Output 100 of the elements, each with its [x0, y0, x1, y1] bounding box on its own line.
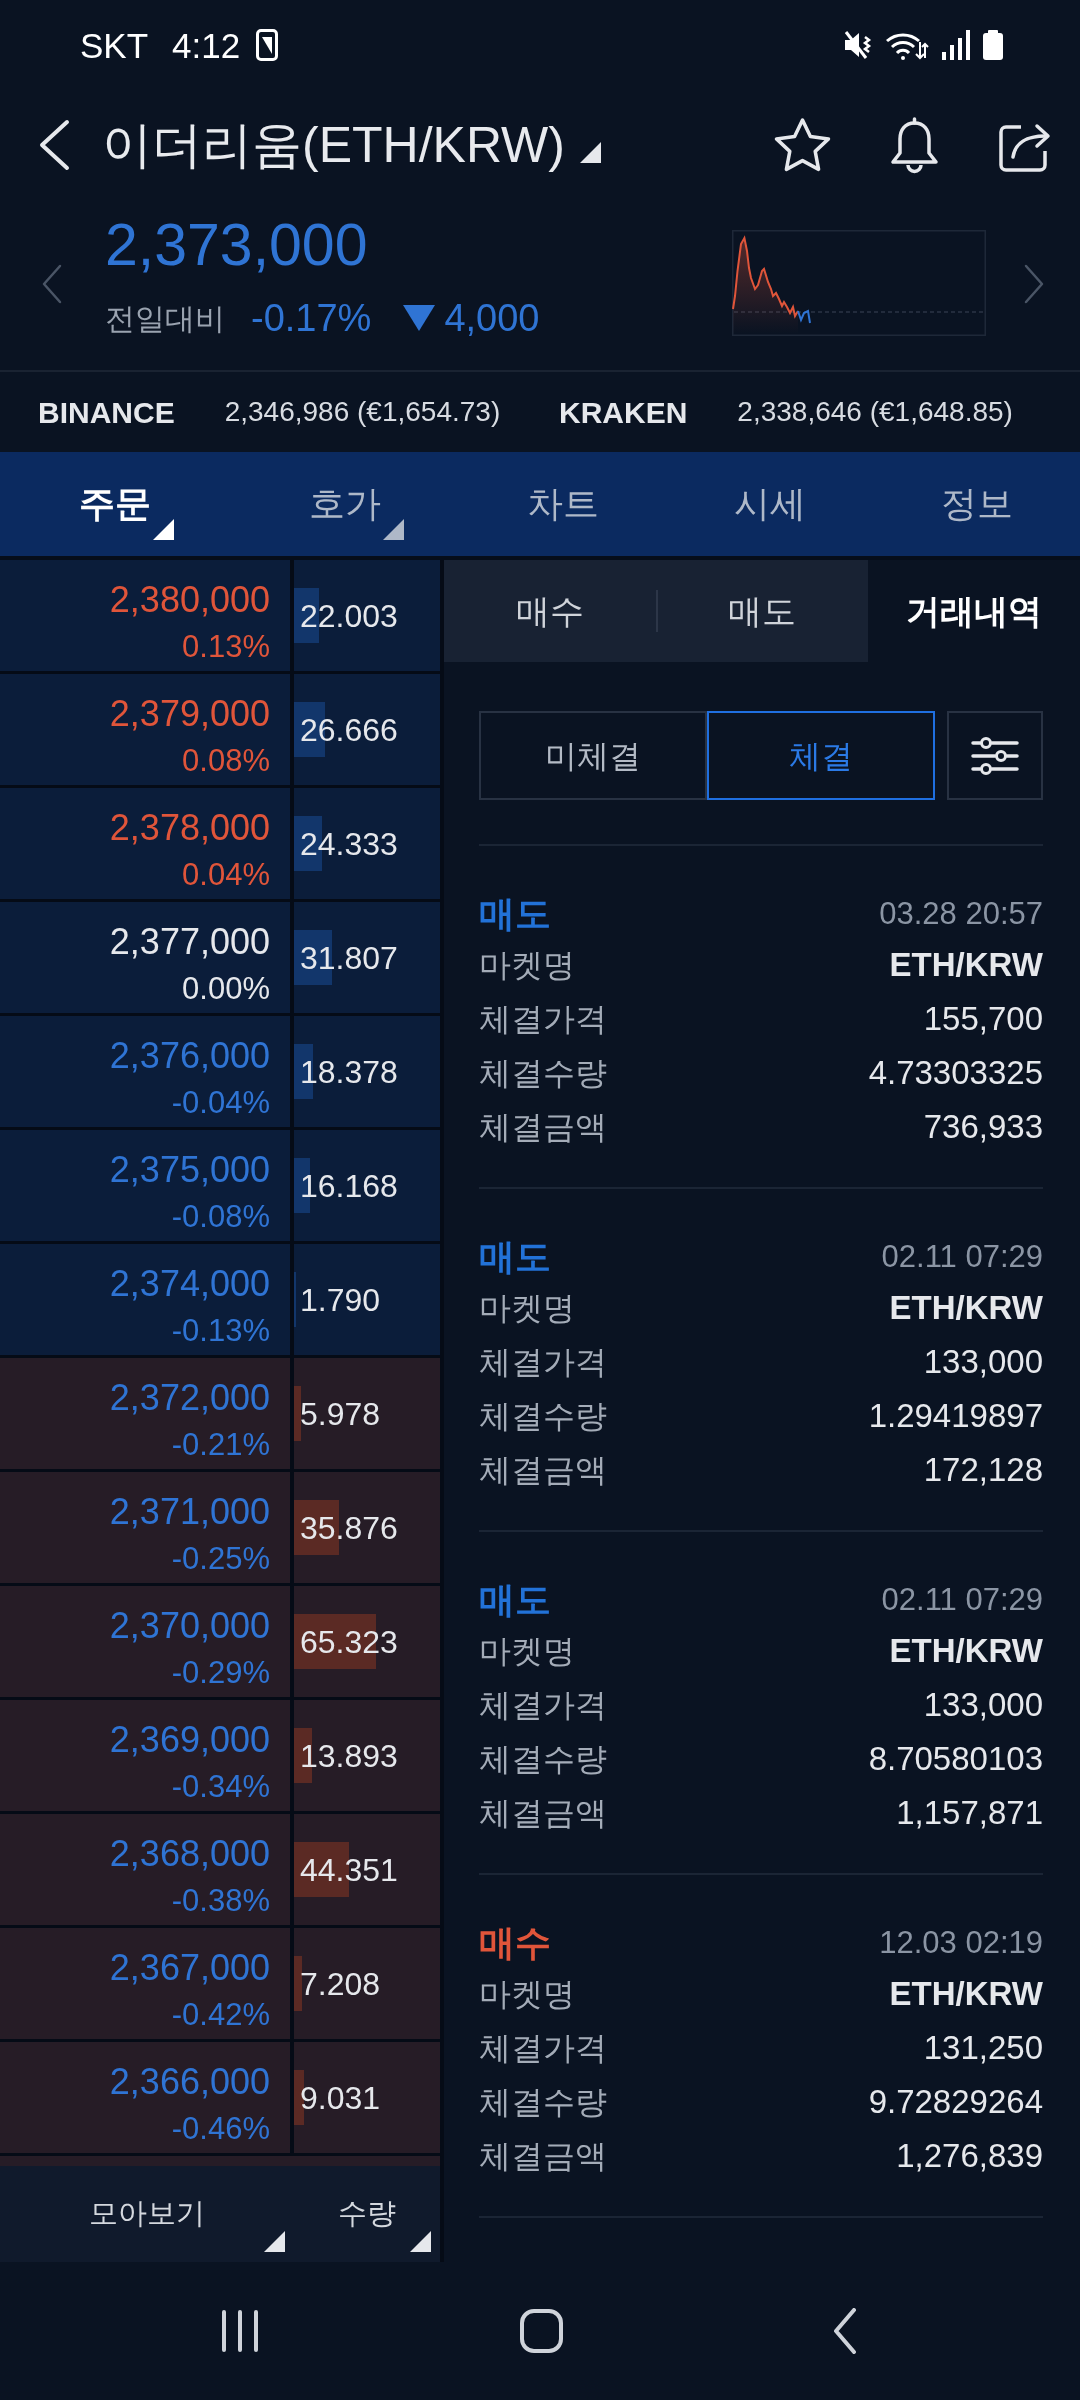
tab[interactable]: 호가: [229, 452, 460, 556]
exchange-price: 2,338,646 (€1,648.85): [737, 395, 1013, 429]
tab[interactable]: 시세: [666, 452, 874, 556]
chevron-left-icon[interactable]: [41, 264, 63, 304]
order-price: 2,368,000: [109, 1832, 270, 1876]
order-volume: 13.893: [300, 1736, 398, 1776]
field-label: 체결수량: [479, 1397, 607, 1436]
market-selector[interactable]: 이더리움(ETH/KRW): [102, 115, 601, 175]
trade-type: 매도: [479, 1235, 551, 1279]
order-price: 2,372,000: [109, 1376, 270, 1420]
change-amount: 4,000: [444, 295, 540, 341]
price-change: 0.13%: [182, 628, 270, 666]
price-change: 0.08%: [182, 742, 270, 780]
filter-button[interactable]: [947, 711, 1043, 800]
order-volume: 31.807: [300, 938, 398, 978]
order-book-row[interactable]: 2,379,000 0.08% 26.666: [0, 674, 440, 788]
filter-tab[interactable]: 체결: [707, 711, 935, 800]
field-value: ETH/KRW: [889, 1288, 1043, 1329]
field-value: 1,157,871: [896, 1793, 1043, 1834]
order-book-row[interactable]: 2,376,000 -0.04% 18.378: [0, 1016, 440, 1130]
trade-time: 02.11 07:29: [881, 1580, 1043, 1619]
back-icon[interactable]: [38, 119, 70, 171]
order-price: 2,379,000: [109, 692, 270, 736]
order-volume: 65.323: [300, 1622, 398, 1662]
order-price: 2,367,000: [109, 1946, 270, 1990]
trade-type: 매수: [479, 1921, 551, 1965]
price-change: -0.38%: [171, 1882, 270, 1920]
field-label: 마켓명: [479, 1975, 575, 2014]
order-price: 2,369,000: [109, 1718, 270, 1762]
price-change: -0.42%: [171, 1996, 270, 2034]
dropdown-button[interactable]: 모아보기: [0, 2166, 294, 2262]
battery-icon: [983, 30, 1003, 60]
order-book-row[interactable]: 2,375,000 -0.08% 16.168: [0, 1130, 440, 1244]
field-value: 133,000: [923, 1685, 1043, 1726]
order-price: 2,380,000: [109, 578, 270, 622]
field-label: 체결가격: [479, 2029, 607, 2068]
order-book-row[interactable]: 2,371,000 -0.25% 35.876: [0, 1472, 440, 1586]
order-volume: 9.031: [300, 2078, 381, 2118]
field-label: 체결금액: [479, 1451, 607, 1490]
mute-icon: [844, 30, 872, 60]
order-volume: 44.351: [300, 1850, 398, 1890]
exchange-price: 2,346,986 (€1,654.73): [224, 395, 501, 429]
sliders-icon: [971, 736, 1019, 775]
star-icon[interactable]: [773, 116, 832, 174]
tab[interactable]: 매도: [656, 560, 868, 662]
price-change: -0.25%: [171, 1540, 270, 1578]
field-label: 체결가격: [479, 1000, 607, 1039]
order-book-row[interactable]: 2,370,000 -0.29% 65.323: [0, 1586, 440, 1700]
tab[interactable]: 정보: [873, 452, 1080, 556]
tab[interactable]: 거래내역: [868, 560, 1080, 662]
field-label: 체결수량: [479, 1740, 607, 1779]
field-label: 체결가격: [479, 1343, 607, 1382]
recent-apps-icon[interactable]: [220, 2310, 260, 2352]
bell-icon[interactable]: [888, 116, 941, 174]
price-change: -0.21%: [171, 1426, 270, 1464]
field-value: 1,276,839: [896, 2136, 1043, 2177]
price-change: -0.46%: [171, 2110, 270, 2148]
order-price: 2,375,000: [109, 1148, 270, 1192]
tab[interactable]: 주문: [0, 452, 230, 556]
field-label: 체결수량: [479, 2083, 607, 2122]
order-book-row[interactable]: 2,374,000 -0.13% 1.790: [0, 1244, 440, 1358]
order-volume: 35.876: [300, 1508, 398, 1548]
change-label: 전일대비: [105, 300, 225, 337]
order-book-row[interactable]: 2,366,000 -0.46% 9.031: [0, 2042, 440, 2156]
field-value: 1.29419897: [868, 1396, 1043, 1437]
signal-icon: [942, 30, 970, 60]
change-percent: -0.17%: [251, 295, 372, 341]
field-label: 체결금액: [479, 1108, 607, 1147]
trade-time: 12.03 02:19: [879, 1923, 1043, 1962]
field-label: 체결수량: [479, 1054, 607, 1093]
order-book-row[interactable]: 2,380,000 0.13% 22.003: [0, 560, 440, 674]
carrier-name: SKT: [80, 27, 149, 63]
order-book-row[interactable]: 2,378,000 0.04% 24.333: [0, 788, 440, 902]
field-value: 172,128: [923, 1450, 1043, 1491]
field-label: 마켓명: [479, 1632, 575, 1671]
order-book-row[interactable]: 2,368,000 -0.38% 44.351: [0, 1814, 440, 1928]
order-price: 2,370,000: [109, 1604, 270, 1648]
back-icon[interactable]: [833, 2308, 857, 2354]
order-book-row[interactable]: 2,367,000 -0.42% 7.208: [0, 1928, 440, 2042]
field-value: ETH/KRW: [889, 1631, 1043, 1672]
device-icon: [256, 29, 279, 61]
order-volume: 22.003: [300, 596, 398, 636]
tab[interactable]: 차트: [459, 452, 667, 556]
field-label: 체결가격: [479, 1686, 607, 1725]
chevron-right-icon[interactable]: [1023, 264, 1045, 304]
tab[interactable]: 매수: [444, 560, 656, 662]
field-value: ETH/KRW: [889, 945, 1043, 986]
price-change: -0.13%: [171, 1312, 270, 1350]
field-value: 8.70580103: [868, 1739, 1043, 1780]
order-book-row[interactable]: 2,377,000 0.00% 31.807: [0, 902, 440, 1016]
field-value: 9.72829264: [868, 2082, 1043, 2123]
filter-tab[interactable]: 미체결: [479, 711, 707, 800]
order-book-row[interactable]: 2,369,000 -0.34% 13.893: [0, 1700, 440, 1814]
current-price: 2,373,000: [105, 213, 369, 277]
exchange-name: BINANCE: [38, 394, 175, 431]
home-icon[interactable]: [520, 2309, 563, 2353]
order-book-row[interactable]: 2,372,000 -0.21% 5.978: [0, 1358, 440, 1472]
field-label: 체결금액: [479, 1794, 607, 1833]
dropdown-button[interactable]: 수량: [294, 2166, 440, 2262]
order-volume: 18.378: [300, 1052, 398, 1092]
